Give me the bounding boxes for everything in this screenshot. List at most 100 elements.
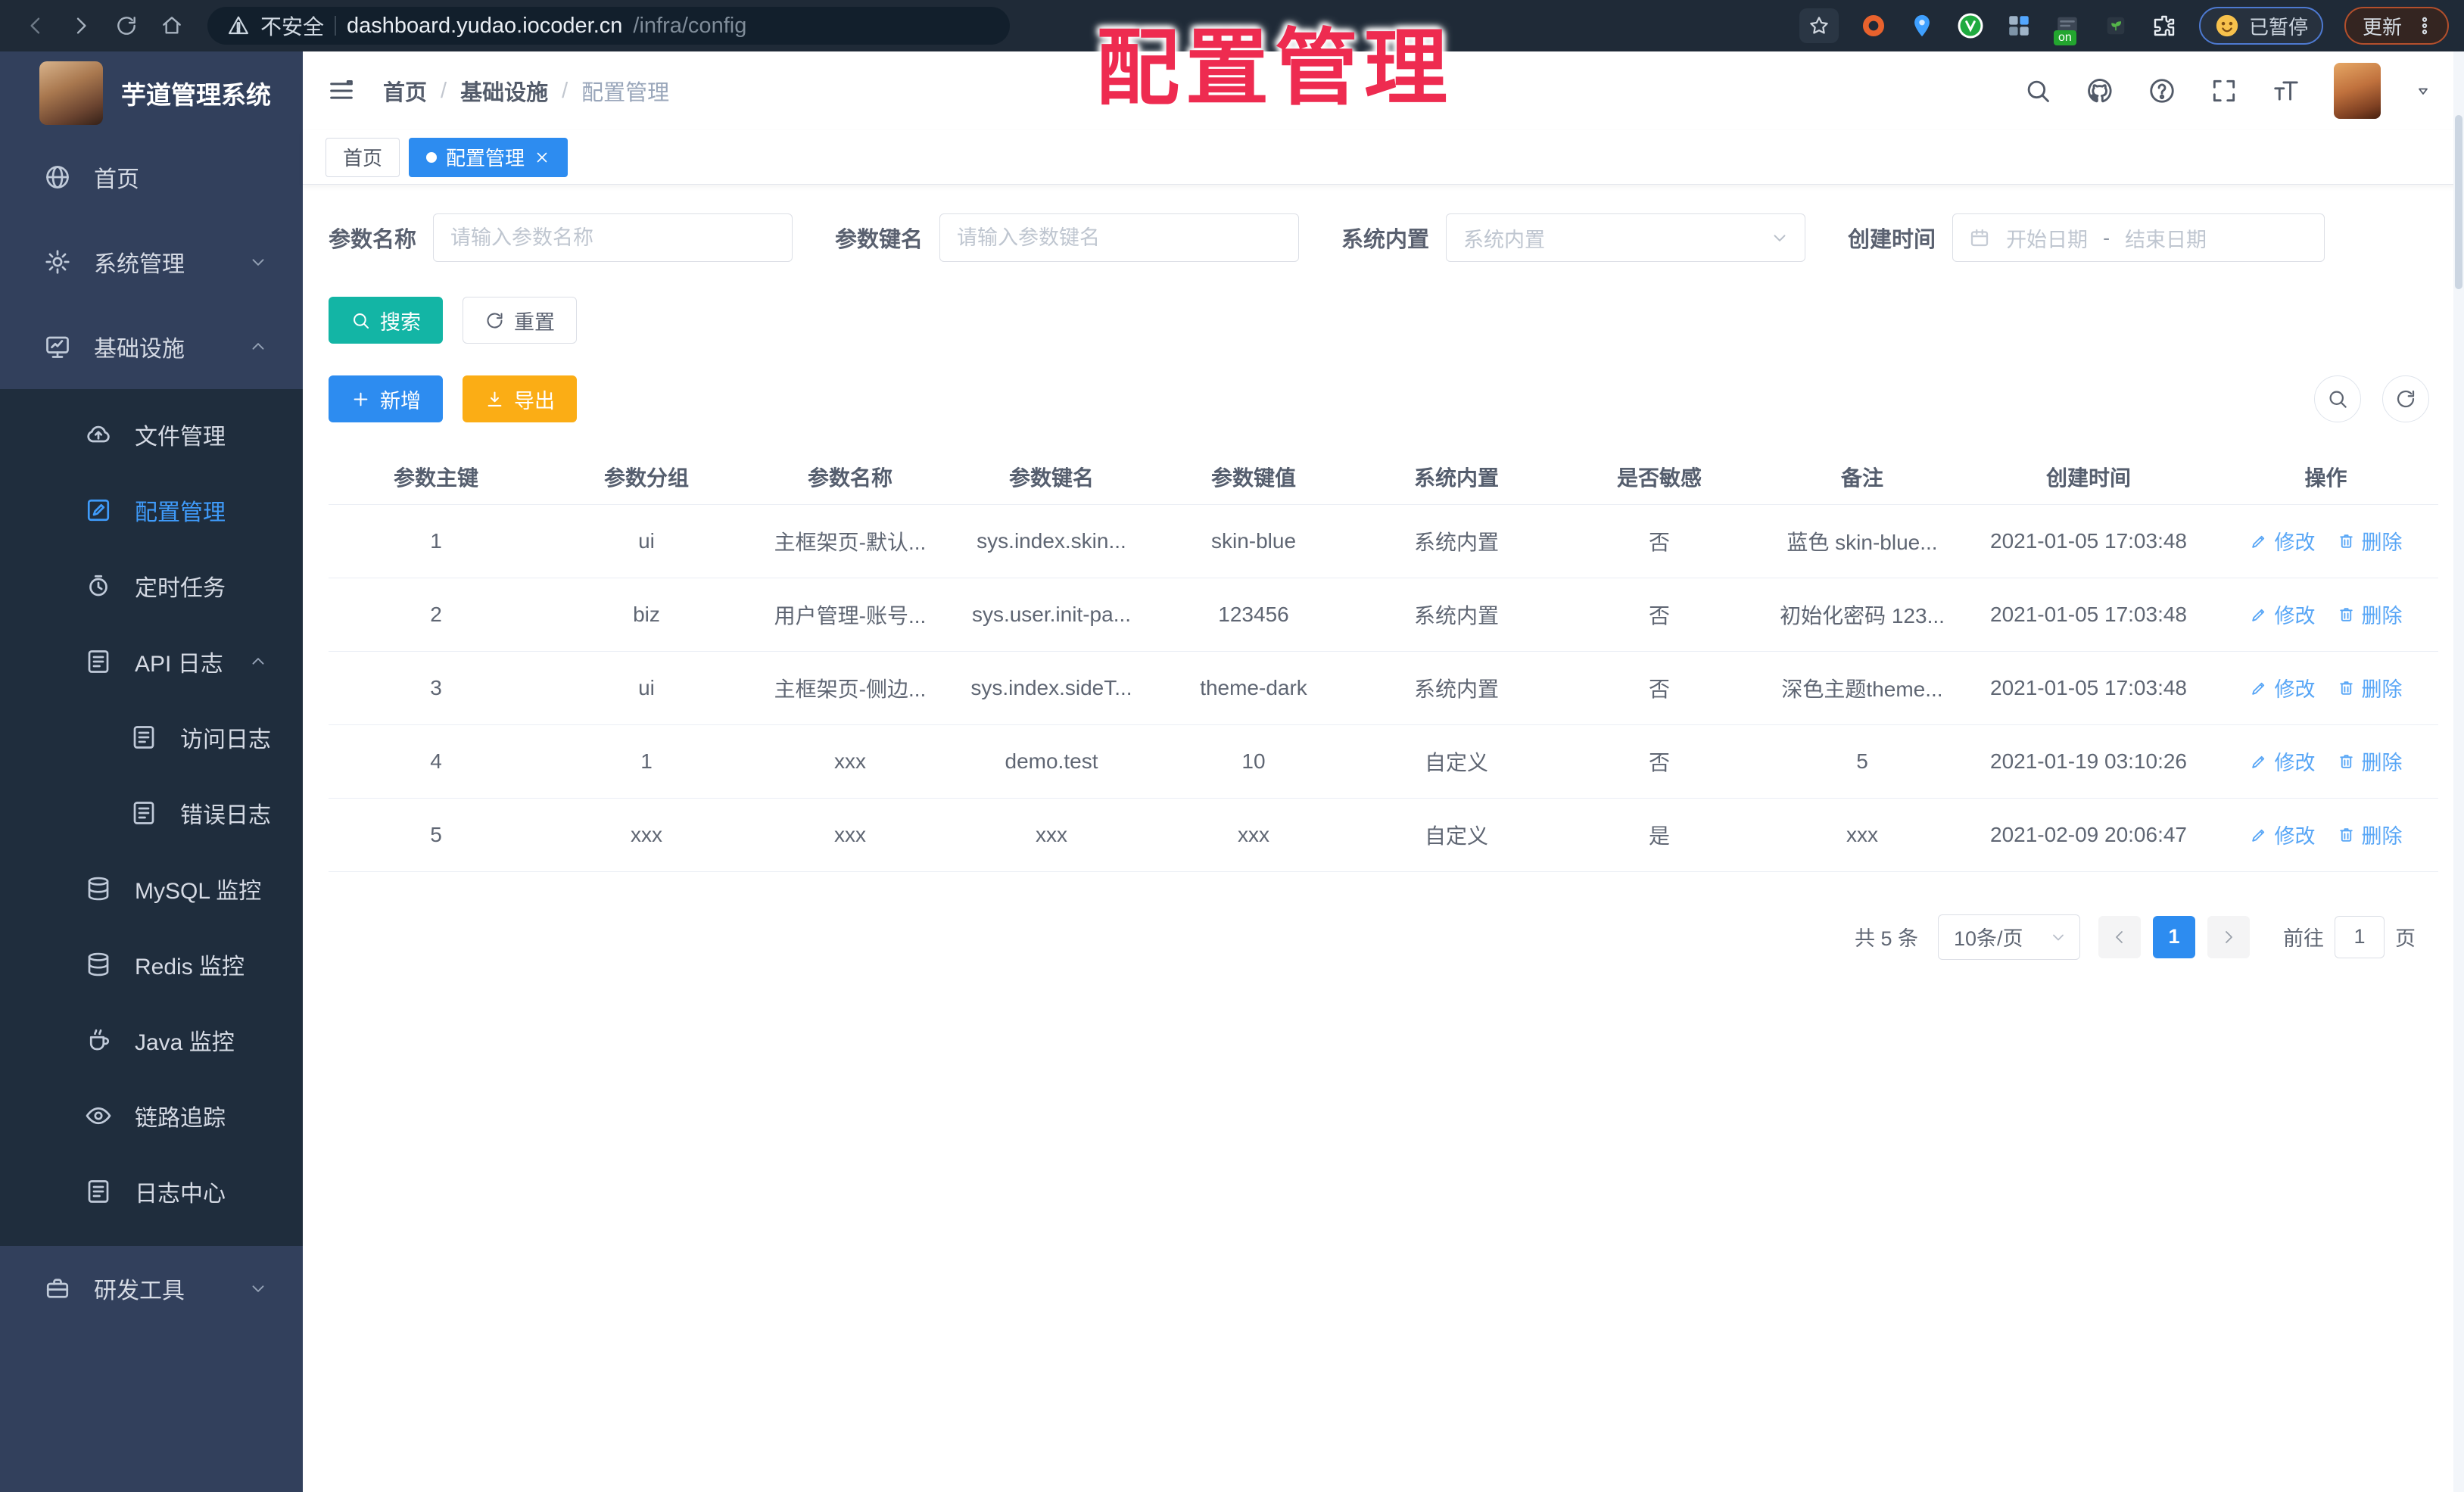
breadcrumb-infrastructure[interactable]: 基础设施 bbox=[460, 75, 548, 107]
search-button[interactable]: 搜索 bbox=[329, 297, 443, 344]
param-key-input[interactable] bbox=[939, 213, 1300, 262]
hamburger-icon bbox=[326, 76, 357, 106]
add-button[interactable]: 新增 bbox=[329, 375, 443, 422]
cell: 2021-01-05 17:03:48 bbox=[1964, 504, 2213, 578]
chevron-down-icon bbox=[1770, 228, 1790, 248]
extension-pin-icon[interactable] bbox=[1908, 12, 1936, 39]
sidebar-item-redis-monitor[interactable]: Redis 监控 bbox=[0, 927, 303, 1002]
paused-label: 已暂停 bbox=[2248, 15, 2308, 39]
pagination-total: 共 5 条 bbox=[1854, 927, 1918, 950]
cell: 5 bbox=[329, 798, 544, 872]
sidebar-item-log-center[interactable]: 日志中心 bbox=[0, 1154, 303, 1229]
edit-link[interactable]: 修改 bbox=[2250, 673, 2316, 702]
edit-link[interactable]: 修改 bbox=[2250, 600, 2316, 629]
fullscreen-icon[interactable] bbox=[2210, 76, 2238, 105]
cell: ui bbox=[544, 504, 749, 578]
page-content: 参数名称 参数键名 系统内置 系统内置 创建时间 bbox=[303, 185, 2464, 1492]
cell: 自定义 bbox=[1355, 798, 1558, 872]
close-icon[interactable] bbox=[534, 149, 550, 166]
sidebar-item-tracing[interactable]: 链路追踪 bbox=[0, 1078, 303, 1154]
delete-link[interactable]: 删除 bbox=[2337, 746, 2403, 776]
delete-link[interactable]: 删除 bbox=[2337, 600, 2403, 629]
builtin-select[interactable]: 系统内置 bbox=[1446, 213, 1806, 262]
delete-link[interactable]: 删除 bbox=[2337, 820, 2403, 849]
app-logo-row[interactable]: 芋道管理系统 bbox=[0, 51, 303, 135]
extension-donut-icon[interactable] bbox=[1860, 12, 1887, 39]
sidebar-item-label: 基础设施 bbox=[94, 337, 185, 362]
edit-link[interactable]: 修改 bbox=[2250, 820, 2316, 849]
current-page[interactable]: 1 bbox=[2153, 915, 2195, 958]
param-key-label: 参数键名 bbox=[835, 228, 924, 252]
github-icon[interactable] bbox=[2086, 76, 2114, 105]
cell: theme-dark bbox=[1152, 651, 1355, 725]
sidebar-item-label: 定时任务 bbox=[135, 576, 226, 601]
cell: 否 bbox=[1558, 724, 1761, 799]
font-size-icon[interactable] bbox=[2272, 76, 2300, 105]
bookmark-star-icon[interactable] bbox=[1799, 8, 1839, 43]
sidebar-item-access-logs[interactable]: 访问日志 bbox=[0, 699, 303, 775]
browser-update-button[interactable]: 更新 bbox=[2344, 7, 2449, 45]
edit-link[interactable]: 修改 bbox=[2250, 526, 2316, 556]
prev-page-button[interactable] bbox=[2098, 915, 2141, 958]
cell: 4 bbox=[329, 724, 544, 799]
extension-switch-icon[interactable]: on bbox=[2053, 12, 2081, 45]
sidebar-item-home[interactable]: 首页 bbox=[0, 135, 303, 220]
date-end-placeholder: 结束日期 bbox=[2125, 228, 2207, 251]
tab-config-mgmt[interactable]: 配置管理 bbox=[409, 137, 568, 177]
sidebar-item-error-logs[interactable]: 错误日志 bbox=[0, 775, 303, 851]
sidebar-item-file-mgmt[interactable]: 文件管理 bbox=[0, 397, 303, 472]
profile-paused-chip[interactable]: 已暂停 bbox=[2198, 7, 2323, 45]
refresh-icon bbox=[2394, 388, 2417, 410]
browser-refresh-button[interactable] bbox=[109, 8, 144, 43]
extensions-puzzle-icon[interactable] bbox=[2151, 12, 2178, 39]
sidebar-item-scheduled-jobs[interactable]: 定时任务 bbox=[0, 548, 303, 624]
sidebar-item-config-mgmt[interactable]: 配置管理 bbox=[0, 472, 303, 548]
col-param-name: 参数名称 bbox=[749, 450, 951, 505]
sidebar-item-mysql-monitor[interactable]: MySQL 监控 bbox=[0, 851, 303, 927]
trash-icon bbox=[2337, 531, 2356, 550]
toggle-search-button[interactable] bbox=[2314, 375, 2361, 422]
browser-back-button[interactable] bbox=[18, 8, 53, 43]
page-size-select[interactable]: 10条/页 bbox=[1938, 914, 2080, 960]
breadcrumb-home[interactable]: 首页 bbox=[383, 75, 427, 107]
goto-page-input[interactable] bbox=[2335, 915, 2385, 958]
create-time-range-picker[interactable]: 开始日期 - 结束日期 bbox=[1952, 213, 2325, 262]
sidebar-toggle[interactable] bbox=[326, 75, 357, 107]
scrollbar-thumb[interactable] bbox=[2455, 115, 2462, 289]
delete-link[interactable]: 删除 bbox=[2337, 526, 2403, 556]
user-avatar[interactable] bbox=[2334, 63, 2381, 119]
user-menu-caret-icon[interactable] bbox=[2414, 82, 2432, 100]
sidebar-item-api-logs[interactable]: API 日志 bbox=[0, 624, 303, 699]
cell: 蓝色 skin-blue... bbox=[1761, 504, 1964, 578]
delete-link[interactable]: 删除 bbox=[2337, 673, 2403, 702]
log-icon bbox=[130, 799, 157, 827]
col-remark: 备注 bbox=[1761, 450, 1964, 505]
help-icon[interactable] bbox=[2148, 76, 2176, 105]
page-scrollbar[interactable] bbox=[2453, 51, 2464, 1492]
sidebar-item-infrastructure[interactable]: 基础设施 bbox=[0, 304, 303, 389]
refresh-table-button[interactable] bbox=[2382, 375, 2429, 422]
cell: 系统内置 bbox=[1355, 651, 1558, 725]
extension-on-badge: on bbox=[2053, 30, 2076, 45]
address-bar[interactable]: 不安全 dashboard.yudao.iocoder.cn/infra/con… bbox=[207, 7, 1010, 45]
reset-button[interactable]: 重置 bbox=[463, 297, 577, 344]
param-name-input[interactable] bbox=[433, 213, 793, 262]
sidebar-item-dev-tools[interactable]: 研发工具 bbox=[0, 1246, 303, 1331]
download-icon bbox=[484, 389, 505, 410]
sidebar-item-system-mgmt[interactable]: 系统管理 bbox=[0, 220, 303, 304]
export-button[interactable]: 导出 bbox=[463, 375, 577, 422]
tab-home[interactable]: 首页 bbox=[326, 137, 400, 177]
extension-sprout-icon[interactable] bbox=[2102, 12, 2129, 39]
sidebar-item-java-monitor[interactable]: Java 监控 bbox=[0, 1002, 303, 1078]
extension-grid-icon[interactable] bbox=[2005, 12, 2033, 39]
browser-home-button[interactable] bbox=[154, 8, 189, 43]
pencil-icon bbox=[2250, 678, 2269, 697]
cell: 2 bbox=[329, 578, 544, 652]
header-search-icon[interactable] bbox=[2023, 76, 2052, 105]
extension-green-circle-icon[interactable] bbox=[1957, 12, 1984, 39]
cell: 123456 bbox=[1152, 578, 1355, 652]
edit-link[interactable]: 修改 bbox=[2250, 746, 2316, 776]
next-page-button[interactable] bbox=[2207, 915, 2250, 958]
plus-icon bbox=[350, 389, 371, 410]
browser-forward-button[interactable] bbox=[64, 8, 98, 43]
